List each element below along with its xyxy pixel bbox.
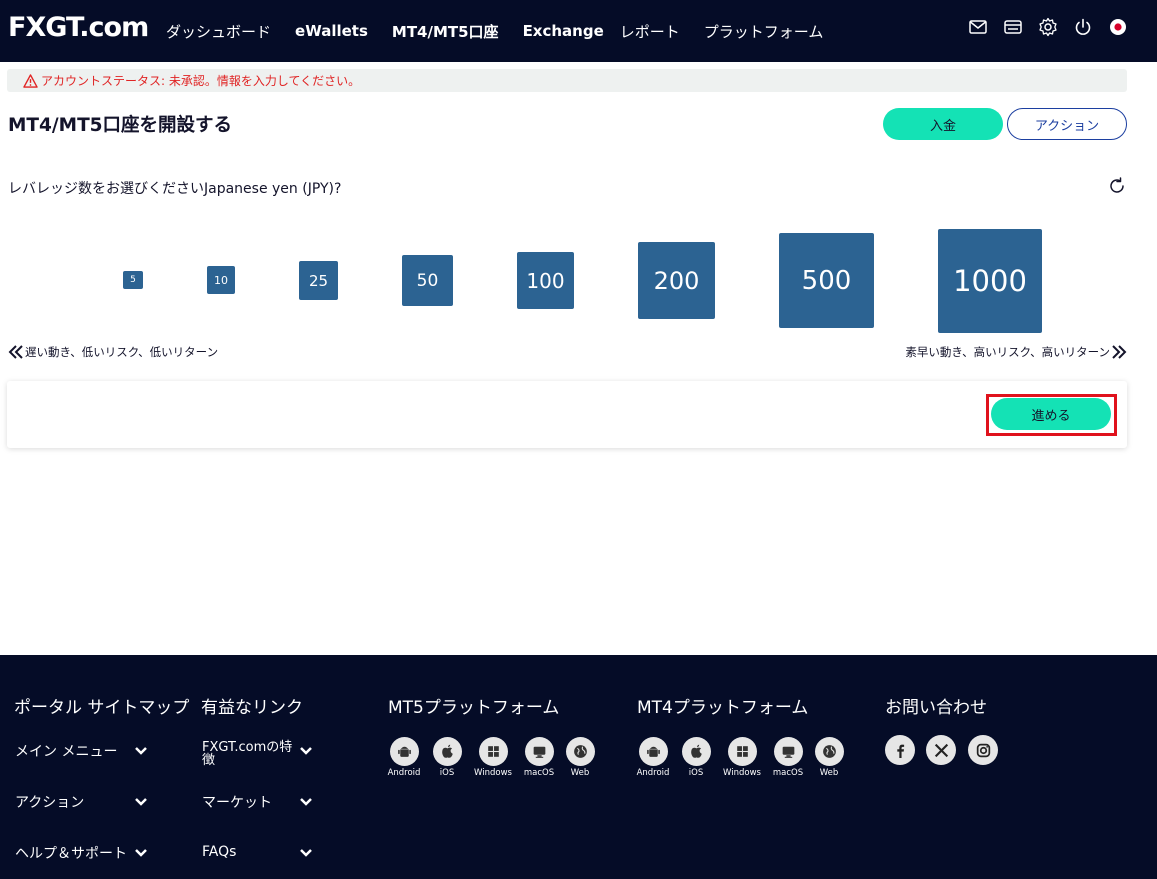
page-title: MT4/MT5口座を開設する	[8, 115, 233, 136]
platform-label: Windows	[723, 768, 761, 778]
mt4-web-link[interactable]: Web	[809, 737, 849, 778]
nav-ewallets[interactable]: eWallets	[295, 22, 368, 40]
alert-text: アカウントステータス: 未承認。情報を入力してください。	[41, 74, 361, 88]
android-icon	[397, 746, 411, 757]
globe-icon	[573, 745, 587, 758]
platform-label: Web	[570, 768, 590, 778]
footer-links-title: 有益なリンク	[201, 698, 303, 718]
nav-platforms[interactable]: プラットフォーム	[704, 21, 824, 42]
fxgt-logo[interactable]: FXGT.com	[8, 12, 149, 43]
macos-icon	[533, 746, 545, 758]
risk-high-label: 素早い動き、高いリスク、高いリターン	[905, 343, 1128, 361]
mt4-windows-link[interactable]: Windows	[722, 737, 762, 778]
windows-icon	[736, 746, 748, 757]
deposit-button[interactable]: 入金	[883, 108, 1003, 140]
footer-contact-title: お問い合わせ	[885, 698, 987, 718]
proceed-button[interactable]: 進める	[991, 398, 1111, 430]
refresh-icon[interactable]	[1107, 176, 1127, 196]
warning-icon	[23, 73, 38, 88]
leverage-option-5[interactable]: 5	[123, 271, 143, 289]
platform-label: Android	[387, 768, 421, 778]
macos-icon	[782, 746, 794, 758]
apple-icon	[441, 744, 453, 758]
nav-reports[interactable]: レポート	[620, 21, 680, 42]
gear-icon[interactable]	[1037, 16, 1059, 38]
apple-icon	[690, 744, 702, 758]
windows-icon	[487, 746, 499, 757]
facebook-icon[interactable]	[885, 735, 915, 765]
action-button[interactable]: アクション	[1007, 108, 1127, 140]
footer-mt5-title: MT5プラットフォーム	[388, 698, 560, 718]
globe-icon	[822, 745, 836, 758]
action-card	[7, 381, 1127, 448]
mt5-windows-link[interactable]: Windows	[473, 737, 513, 778]
top-navbar: FXGT.com ダッシュボード eWallets MT4/MT5口座 Exch…	[0, 0, 1157, 62]
footer-mt4-title: MT4プラットフォーム	[637, 698, 809, 718]
mt4-ios-link[interactable]: iOS	[676, 737, 716, 778]
platform-label: iOS	[688, 768, 704, 778]
leverage-option-25[interactable]: 25	[299, 261, 338, 300]
instagram-icon[interactable]	[968, 735, 998, 765]
nav-exchange[interactable]: Exchange	[523, 22, 604, 40]
main-nav: ダッシュボード eWallets MT4/MT5口座 Exchange レポート…	[166, 0, 847, 62]
mt5-ios-link[interactable]: iOS	[427, 737, 467, 778]
mt4-macos-link[interactable]: macOS	[768, 737, 808, 778]
flag-japan-icon[interactable]	[1107, 16, 1129, 38]
platform-label: Web	[819, 768, 839, 778]
power-icon[interactable]	[1072, 16, 1094, 38]
leverage-option-10[interactable]: 10	[207, 266, 235, 294]
platform-label: iOS	[439, 768, 455, 778]
chevron-down-icon[interactable]	[299, 797, 313, 807]
mt5-android-link[interactable]: Android	[384, 737, 424, 778]
mt5-macos-link[interactable]: macOS	[519, 737, 559, 778]
chevron-down-icon[interactable]	[134, 746, 148, 756]
footer-menu-action[interactable]: アクション	[15, 792, 84, 812]
double-chevron-left-icon	[8, 345, 23, 359]
account-status-alert: アカウントステータス: 未承認。情報を入力してください。	[7, 69, 1127, 92]
chevron-down-icon[interactable]	[299, 848, 313, 858]
mt4-android-link[interactable]: Android	[633, 737, 673, 778]
chevron-down-icon[interactable]	[134, 848, 148, 858]
double-chevron-right-icon	[1112, 345, 1127, 359]
chevron-down-icon[interactable]	[134, 797, 148, 807]
android-icon	[646, 746, 660, 757]
leverage-option-200[interactable]: 200	[638, 242, 715, 319]
mail-icon[interactable]	[967, 16, 989, 38]
leverage-option-100[interactable]: 100	[517, 252, 574, 309]
x-icon[interactable]	[926, 735, 956, 765]
platform-label: macOS	[523, 768, 555, 778]
mt5-web-link[interactable]: Web	[560, 737, 600, 778]
footer-menu-main[interactable]: メイン メニュー	[15, 741, 117, 761]
wallet-icon[interactable]	[1002, 16, 1024, 38]
platform-label: macOS	[772, 768, 804, 778]
nav-mt4-mt5-accounts[interactable]: MT4/MT5口座	[392, 21, 499, 42]
chevron-down-icon[interactable]	[299, 746, 313, 756]
platform-label: Windows	[474, 768, 512, 778]
footer-sitemap-title: ポータル サイトマップ	[14, 698, 190, 718]
risk-low-text: 遅い動き、低いリスク、低いリターン	[25, 345, 219, 359]
risk-high-text: 素早い動き、高いリスク、高いリターン	[905, 345, 1110, 359]
footer-menu-help[interactable]: ヘルプ＆サポート	[15, 843, 127, 863]
platform-label: Android	[636, 768, 670, 778]
footer: ポータル サイトマップ メイン メニュー アクション ヘルプ＆サポート 有益なリ…	[0, 655, 1157, 879]
footer-menu-markets[interactable]: マーケット	[202, 792, 272, 812]
footer-menu-faqs[interactable]: FAQs	[202, 844, 236, 860]
leverage-option-50[interactable]: 50	[402, 255, 453, 306]
nav-dashboard[interactable]: ダッシュボード	[166, 21, 271, 42]
footer-menu-features[interactable]: FXGT.comの特徴	[202, 741, 297, 767]
leverage-question: レバレッジ数をお選びくださいJapanese yen (JPY)?	[8, 181, 342, 197]
leverage-option-500[interactable]: 500	[779, 233, 874, 328]
risk-low-label: 遅い動き、低いリスク、低いリターン	[7, 343, 218, 361]
leverage-option-1000[interactable]: 1000	[938, 229, 1042, 333]
